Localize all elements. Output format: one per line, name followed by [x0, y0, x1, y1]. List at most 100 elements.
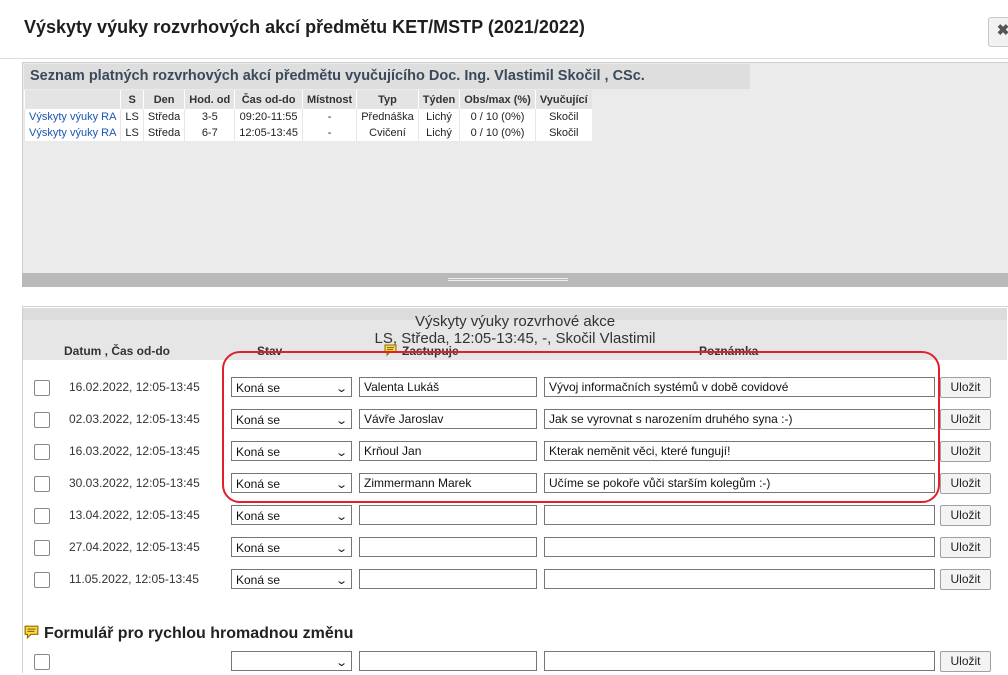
akce-header-cell: Hod. od	[184, 90, 235, 109]
row-checkbox[interactable]	[34, 444, 50, 460]
col-header-datum: Datum , Čas od-do	[64, 344, 171, 358]
row-checkbox[interactable]	[34, 572, 50, 588]
save-button[interactable]: Uložit	[940, 473, 991, 494]
row-checkbox[interactable]	[34, 380, 50, 396]
row-datetime: 16.03.2022, 12:05-13:45	[69, 444, 200, 458]
quick-form-row: ⌄ Uložit	[23, 649, 1007, 675]
poznamka-input[interactable]	[544, 505, 935, 525]
akce-cell: Lichý	[417, 125, 460, 141]
chevron-down-icon: ⌄	[334, 479, 348, 491]
col-header-stav: Stav	[257, 344, 283, 358]
vyskyt-row: 16.02.2022, 12:05-13:45 Koná se ⌄ Valenta…	[23, 375, 1007, 401]
vyskyt-row: 02.03.2022, 12:05-13:45 Koná se ⌄ Vávře J…	[23, 407, 1007, 433]
quick-stav-select[interactable]: ⌄	[231, 651, 352, 671]
row-datetime: 16.02.2022, 12:05-13:45	[69, 380, 200, 394]
save-button[interactable]: Uložit	[940, 377, 991, 398]
stav-select[interactable]: Koná se ⌄	[231, 569, 352, 589]
akce-cell: Středa	[142, 109, 185, 125]
col-header-zastupuje: Zastupuje	[384, 344, 459, 359]
akce-cell: 3-5	[184, 109, 235, 125]
save-button[interactable]: Uložit	[940, 537, 991, 558]
chevron-down-icon: ⌄	[334, 383, 348, 395]
quick-zastupuje-input[interactable]	[359, 651, 537, 671]
akce-cell: Lichý	[417, 109, 460, 125]
vyskyty-header: Výskyty výuky rozvrhové akce LS, Středa,…	[23, 308, 1007, 360]
zastupuje-input[interactable]: Vávře Jaroslav	[359, 409, 537, 429]
quick-poznamka-input[interactable]	[544, 651, 935, 671]
quick-form-checkbox[interactable]	[34, 654, 50, 670]
akce-cell: Cvičení	[356, 125, 419, 141]
stav-select[interactable]: Koná se ⌄	[231, 537, 352, 557]
row-checkbox[interactable]	[34, 412, 50, 428]
akce-row: Výskyty výuky RA LS Středa 6-7 12:05-13:…	[23, 125, 592, 141]
poznamka-input[interactable]: Vývoj informačních systémů v době covido…	[544, 377, 935, 397]
stav-value: Koná se	[236, 477, 281, 491]
akce-row: Výskyty výuky RA LS Středa 3-5 09:20-11:…	[23, 109, 592, 125]
poznamka-input[interactable]	[544, 537, 935, 557]
stav-select[interactable]: Koná se ⌄	[231, 377, 352, 397]
vyskyt-row: 30.03.2022, 12:05-13:45 Koná se ⌄ Zimmerm…	[23, 471, 1007, 497]
poznamka-input[interactable]: Učíme se pokoře vůči starším kolegům :-)	[544, 473, 935, 493]
vyskyt-row: 11.05.2022, 12:05-13:45 Koná se ⌄ Uložit	[23, 567, 1007, 593]
akce-link[interactable]: Výskyty výuky RA	[23, 125, 121, 141]
akce-cell: 6-7	[184, 125, 235, 141]
save-button[interactable]: Uložit	[940, 441, 991, 462]
zastupuje-input[interactable]: Krňoul Jan	[359, 441, 537, 461]
zastupuje-input[interactable]: Zimmermann Marek	[359, 473, 537, 493]
poznamka-input[interactable]	[544, 569, 935, 589]
akce-header-cell: Týden	[417, 90, 460, 109]
quick-form-title-label: Formulář pro rychlou hromadnou změnu	[44, 625, 354, 642]
quick-form-title: Formulář pro rychlou hromadnou změnu	[24, 625, 353, 644]
chevron-down-icon: ⌄	[334, 575, 348, 587]
akce-header-cell: Typ	[356, 90, 419, 109]
splitter-grip-icon[interactable]	[448, 278, 568, 281]
akce-header-cell: Čas od-do	[234, 90, 303, 109]
akce-cell: 12:05-13:45	[234, 125, 303, 141]
save-button[interactable]: Uložit	[940, 409, 991, 430]
zastupuje-input[interactable]	[359, 569, 537, 589]
akce-panel: Seznam platných rozvrhových akcí předmět…	[22, 62, 1008, 274]
vyskyt-row: 27.04.2022, 12:05-13:45 Koná se ⌄ Uložit	[23, 535, 1007, 561]
stav-value: Koná se	[236, 413, 281, 427]
akce-cell: Skočil	[534, 125, 592, 141]
dialog-title: Výskyty výuky rozvrhových akcí předmětu …	[24, 17, 585, 37]
vyskyt-row: 13.04.2022, 12:05-13:45 Koná se ⌄ Uložit	[23, 503, 1007, 529]
close-icon[interactable]: ✖	[988, 17, 1008, 47]
row-checkbox[interactable]	[34, 540, 50, 556]
comment-icon	[24, 625, 39, 644]
akce-header-cell: Místnost	[301, 90, 357, 109]
vyskyty-title: Výskyty výuky rozvrhové akce	[414, 313, 616, 330]
save-button[interactable]: Uložit	[940, 569, 991, 590]
akce-cell: LS	[120, 109, 144, 125]
stav-select[interactable]: Koná se ⌄	[231, 441, 352, 461]
akce-cell: 0 / 10 (0%)	[459, 125, 536, 141]
akce-link[interactable]: Výskyty výuky RA	[23, 109, 121, 125]
akce-header-cell: Den	[142, 90, 185, 109]
panel-splitter[interactable]	[22, 273, 1008, 287]
chevron-down-icon: ⌄	[334, 543, 348, 555]
row-datetime: 11.05.2022, 12:05-13:45	[69, 572, 199, 586]
akce-cell: Skočil	[534, 109, 592, 125]
akce-panel-header: Seznam platných rozvrhových akcí předmět…	[24, 64, 750, 89]
akce-cell: LS	[120, 125, 144, 141]
quick-save-button[interactable]: Uložit	[940, 651, 991, 672]
stav-value: Koná se	[236, 541, 281, 555]
dialog-titlebar: Výskyty výuky rozvrhových akcí předmětu …	[0, 0, 1008, 59]
poznamka-input[interactable]: Jak se vyrovnat s narozením druhého syna…	[544, 409, 935, 429]
poznamka-input[interactable]: Kterak neměnit věci, které fungují!	[544, 441, 935, 461]
stav-select[interactable]: Koná se ⌄	[231, 505, 352, 525]
zastupuje-input[interactable]	[359, 505, 537, 525]
akce-cell: 09:20-11:55	[234, 109, 303, 125]
akce-header-cell: Obs/max (%)	[459, 90, 536, 109]
row-checkbox[interactable]	[34, 476, 50, 492]
col-header-poznamka: Poznámka	[699, 344, 759, 358]
row-datetime: 27.04.2022, 12:05-13:45	[69, 540, 200, 554]
stav-select[interactable]: Koná se ⌄	[231, 409, 352, 429]
vyskyty-subtitle: LS, Středa, 12:05-13:45, -, Skočil Vlast…	[374, 330, 656, 347]
zastupuje-input[interactable]: Valenta Lukáš	[359, 377, 537, 397]
stav-select[interactable]: Koná se ⌄	[231, 473, 352, 493]
row-checkbox[interactable]	[34, 508, 50, 524]
stav-value: Koná se	[236, 509, 281, 523]
zastupuje-input[interactable]	[359, 537, 537, 557]
save-button[interactable]: Uložit	[940, 505, 991, 526]
